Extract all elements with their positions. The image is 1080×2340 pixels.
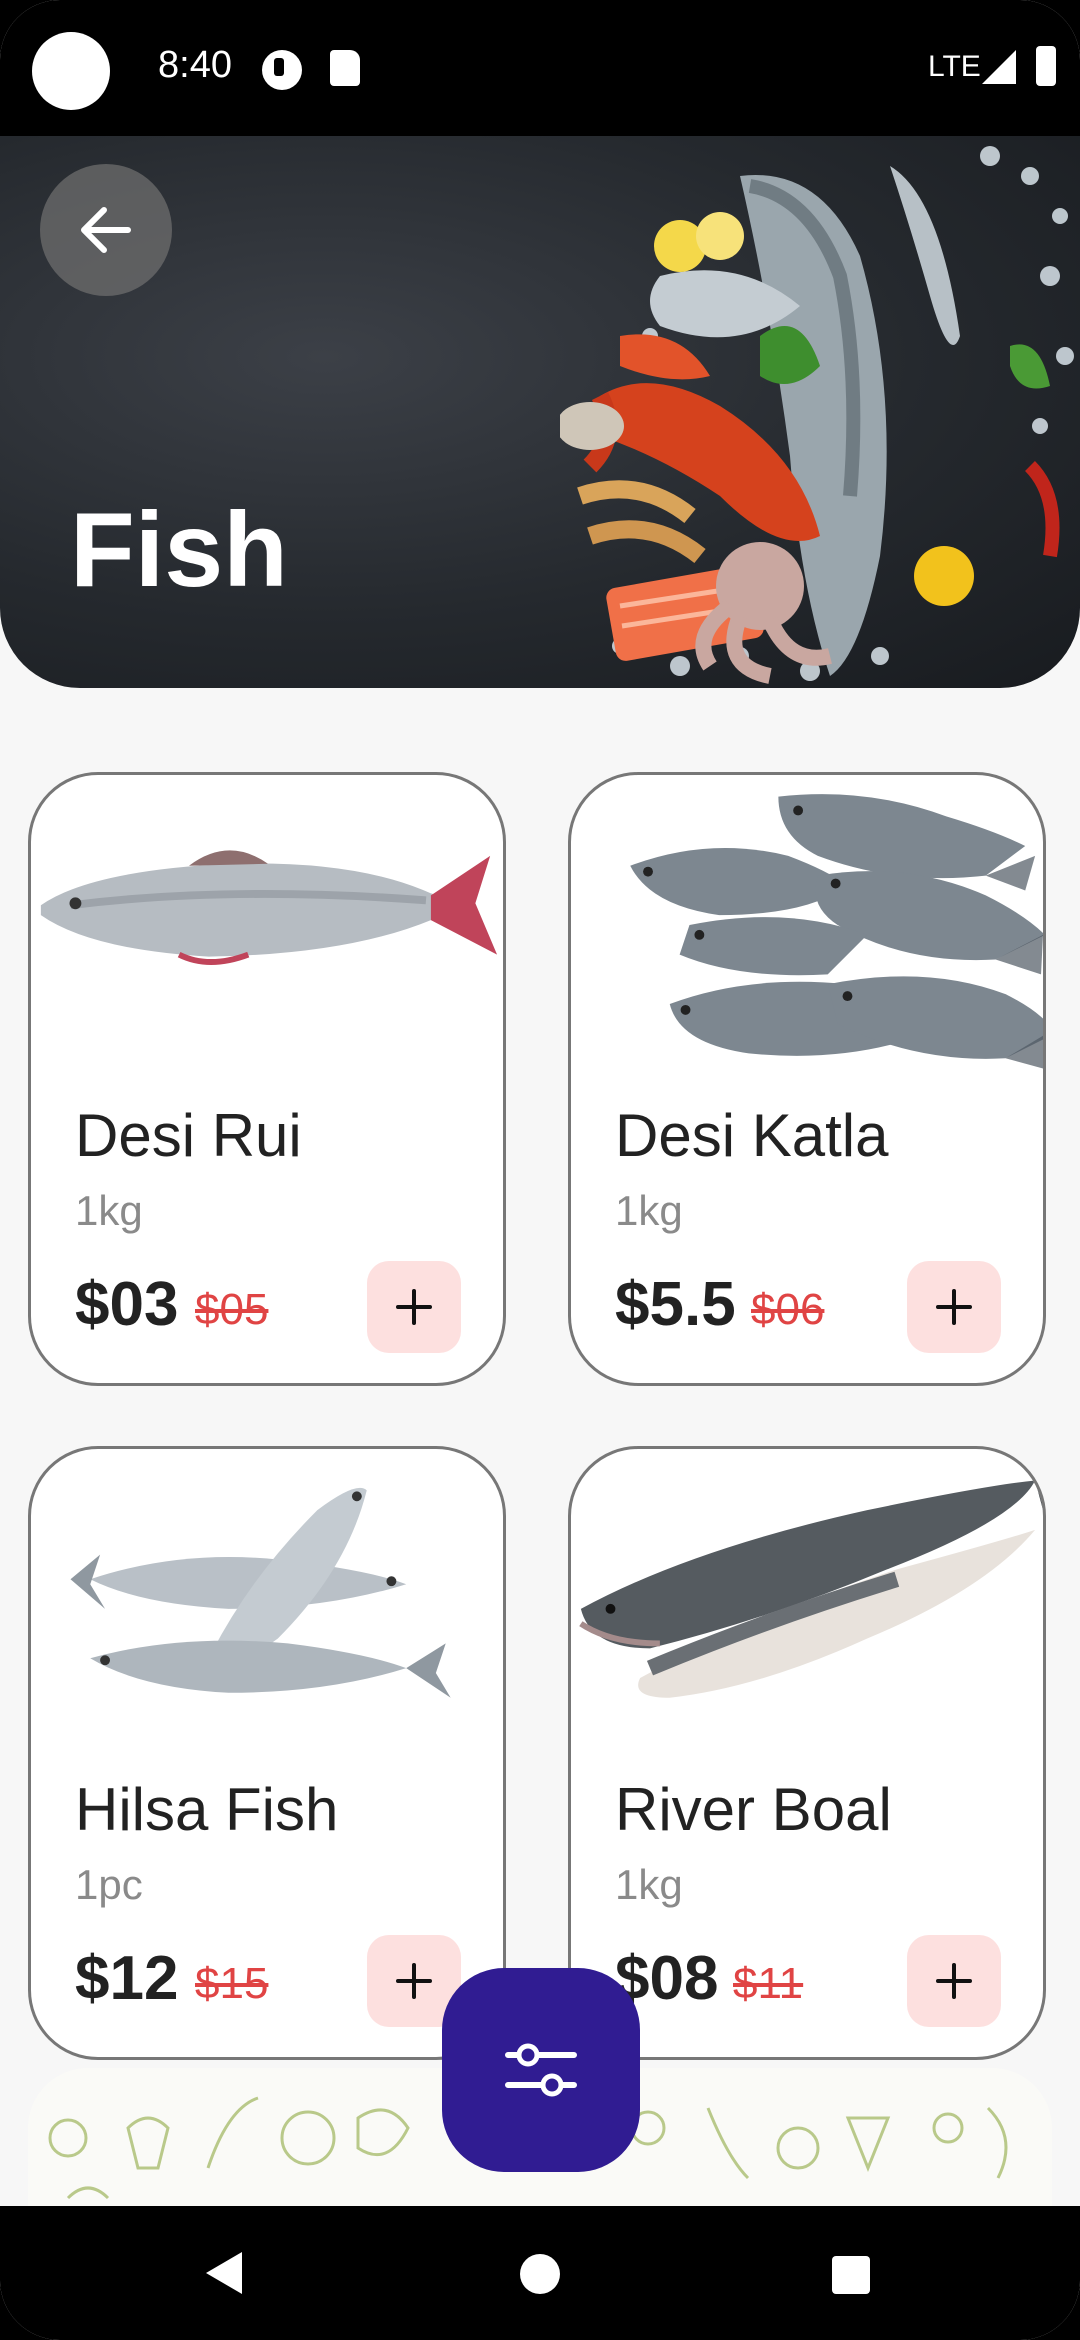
- system-nav-bar: [0, 2206, 1080, 2340]
- recents-square-icon[interactable]: [830, 2254, 872, 2296]
- product-card[interactable]: River Boal 1kg $08 $11: [568, 1446, 1046, 2060]
- back-button[interactable]: [40, 164, 172, 296]
- product-card[interactable]: Hilsa Fish 1pc $12 $15: [28, 1446, 506, 2060]
- product-name: Hilsa Fish: [75, 1776, 339, 1843]
- add-to-cart-button[interactable]: [907, 1261, 1001, 1353]
- product-old-price: $05: [195, 1285, 269, 1334]
- product-unit: 1kg: [615, 1861, 683, 1908]
- product-image: [579, 1460, 1043, 1698]
- plus-icon: [936, 1963, 972, 1999]
- seafood-image: [560, 146, 1074, 684]
- plus-icon: [396, 1963, 432, 1999]
- product-old-price: $06: [751, 1285, 825, 1334]
- sd-card-icon: [330, 50, 360, 86]
- status-bar: 8:40 LTE: [0, 0, 1080, 136]
- signal-icon: [982, 50, 1016, 84]
- product-old-price: $15: [195, 1959, 269, 2008]
- camera-cutout: [32, 32, 110, 110]
- product-name: Desi Katla: [615, 1102, 889, 1169]
- product-old-price: $11: [733, 1959, 804, 2008]
- network-type: LTE: [928, 50, 981, 83]
- home-circle-icon[interactable]: [518, 2252, 562, 2296]
- product-price: $5.5: [615, 1270, 736, 1339]
- page-title: Fish: [70, 491, 288, 609]
- status-time: 8:40: [158, 44, 232, 86]
- product-image: [630, 794, 1043, 1069]
- notification-icon: [262, 50, 302, 90]
- product-price: $12: [75, 1944, 179, 2013]
- back-triangle-icon[interactable]: [200, 2248, 246, 2298]
- plus-icon: [936, 1289, 972, 1325]
- add-to-cart-button[interactable]: [907, 1935, 1001, 2027]
- sliders-icon: [505, 2043, 577, 2097]
- product-name: Desi Rui: [75, 1102, 302, 1169]
- arrow-left-icon: [81, 207, 131, 253]
- product-unit: 1kg: [75, 1187, 143, 1234]
- product-price: $03: [75, 1270, 179, 1339]
- product-card[interactable]: Desi Katla 1kg $5.5 $06: [568, 772, 1046, 1386]
- plus-icon: [396, 1289, 432, 1325]
- product-image: [40, 850, 498, 965]
- product-unit: 1kg: [615, 1187, 683, 1234]
- product-unit: 1pc: [75, 1861, 143, 1908]
- screen: 8:40 LTE Fish Desi Rui 1kg $03 $05 Desi …: [0, 0, 1080, 2340]
- add-to-cart-button[interactable]: [367, 1261, 461, 1353]
- product-image: [70, 1487, 451, 1698]
- product-name: River Boal: [615, 1776, 892, 1843]
- filter-button[interactable]: [442, 1968, 640, 2172]
- category-header: Fish: [0, 136, 1080, 688]
- battery-icon: [1036, 46, 1056, 86]
- product-card[interactable]: Desi Rui 1kg $03 $05: [28, 772, 506, 1386]
